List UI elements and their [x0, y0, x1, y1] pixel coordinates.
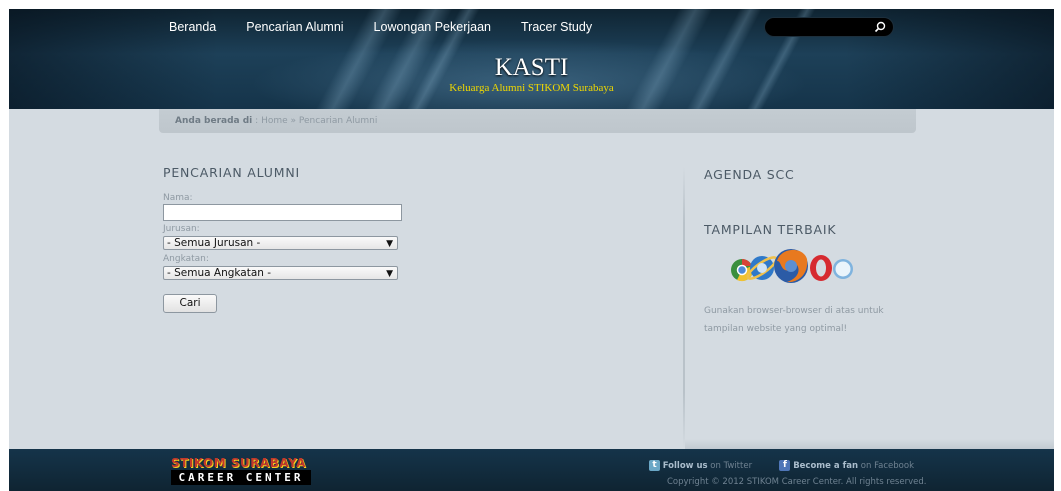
nav-item-pencarian-alumni[interactable]: Pencarian Alumni	[246, 17, 343, 37]
facebook-icon[interactable]: f	[779, 460, 791, 471]
breadcrumb-label: Anda berada di	[175, 116, 253, 126]
nav-item-tracer-study[interactable]: Tracer Study	[521, 17, 592, 37]
social-links: t Follow us on Twitter f Become a fan on…	[649, 460, 919, 474]
breadcrumb-current: Pencarian Alumni	[298, 116, 378, 126]
twitter-link-rest[interactable]: on Twitter	[710, 461, 752, 471]
jurusan-label: Jurusan:	[163, 224, 200, 234]
site-header: Beranda Pencarian Alumni Lowongan Pekerj…	[9, 9, 1054, 109]
site-title: KASTI	[494, 54, 569, 81]
dropdown-arrow-icon: ▼	[386, 239, 393, 249]
sidebar-divider	[683, 167, 685, 449]
search-input[interactable]	[764, 17, 894, 37]
twitter-link-strong[interactable]: Follow us	[663, 461, 708, 471]
angkatan-selected-value: - Semua Angkatan -	[167, 267, 272, 279]
angkatan-label: Angkatan:	[163, 254, 209, 264]
logo-top-text: STIKOM SURABAYA	[171, 456, 306, 470]
facebook-link-strong[interactable]: Become a fan	[793, 461, 858, 471]
nav-item-lowongan-pekerjaan[interactable]: Lowongan Pekerjaan	[374, 17, 491, 37]
ie-icon	[746, 256, 778, 280]
career-center-logo[interactable]: STIKOM SURABAYA CAREER CENTER	[171, 456, 311, 486]
page-title: PENCARIAN ALUMNI	[163, 165, 300, 180]
jurusan-select[interactable]: - Semua Jurusan - ▼	[163, 236, 398, 250]
browser-note: Gunakan browser-browser di atas untuk ta…	[704, 306, 884, 334]
browser-logos	[731, 249, 853, 283]
dropdown-arrow-icon: ▼	[386, 269, 393, 279]
nama-field[interactable]	[163, 204, 402, 221]
nama-label: Nama:	[163, 193, 193, 203]
breadcrumb-separator: :	[255, 116, 259, 126]
angkatan-select[interactable]: - Semua Angkatan - ▼	[163, 266, 398, 280]
page-frame: Beranda Pencarian Alumni Lowongan Pekerj…	[9, 9, 1054, 491]
nav-item-beranda[interactable]: Beranda	[169, 17, 216, 37]
main-nav: Beranda Pencarian Alumni Lowongan Pekerj…	[169, 17, 592, 37]
twitter-icon[interactable]: t	[649, 460, 660, 471]
cari-button[interactable]: Cari	[163, 294, 217, 313]
opera-icon	[810, 255, 832, 281]
breadcrumb-home-link[interactable]: Home	[261, 116, 288, 126]
site-footer: STIKOM SURABAYA CAREER CENTER t Follow u…	[9, 449, 1054, 491]
site-subtitle: Keluarga Alumni STIKOM Surabaya	[449, 82, 614, 94]
search-icon[interactable]	[874, 21, 886, 33]
logo-bottom-text: CAREER CENTER	[171, 470, 311, 485]
jurusan-selected-value: - Semua Jurusan -	[167, 237, 261, 249]
facebook-link-rest[interactable]: on Facebook	[861, 461, 914, 471]
safari-icon	[833, 259, 853, 279]
firefox-icon	[774, 249, 808, 283]
breadcrumb-arrow: »	[290, 116, 297, 126]
agenda-title: AGENDA SCC	[704, 167, 795, 182]
tampilan-title: TAMPILAN TERBAIK	[704, 222, 837, 237]
copyright-text: Copyright © 2012 STIKOM Career Center. A…	[667, 477, 927, 487]
breadcrumb: Anda berada di : Home » Pencarian Alumni	[159, 109, 916, 133]
